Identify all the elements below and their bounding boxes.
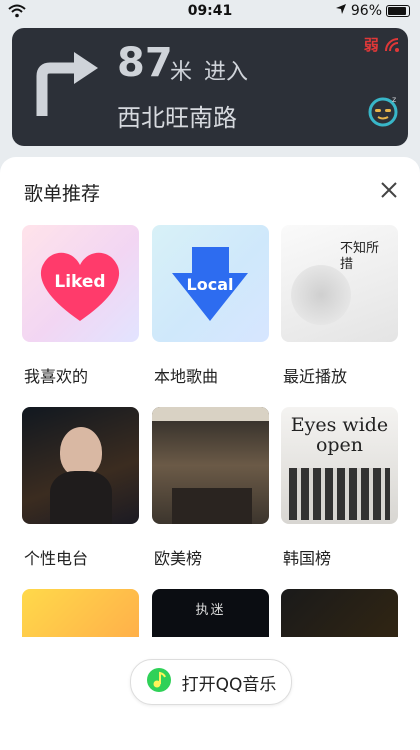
battery-icon [386, 5, 410, 17]
playlist-card-7[interactable] [22, 589, 139, 637]
liked-badge-text: Liked [54, 272, 105, 292]
euro-cover-lights [152, 407, 269, 421]
local-cover: Local [152, 225, 269, 342]
playlist-cover-9 [281, 589, 398, 637]
korea-cover-title: Eyes wide open [290, 414, 389, 456]
card-label: 个性电台 [24, 549, 89, 568]
playlist-card-8[interactable]: 执迷 [152, 589, 269, 637]
playlist-sheet: 歌单推荐 Liked 我喜欢的 Local 本地歌曲 不知所措 最近播放 个性电… [0, 157, 420, 750]
location-arrow-icon [335, 3, 347, 19]
recent-cover-art [291, 265, 351, 325]
open-button-label: 打开QQ音乐 [181, 674, 277, 695]
distance-unit: 米 [170, 60, 193, 85]
close-icon[interactable] [380, 181, 398, 203]
card-label: 本地歌曲 [154, 367, 219, 386]
qq-music-icon [146, 667, 172, 697]
svg-text:z: z [392, 95, 396, 104]
turn-right-icon [30, 46, 100, 122]
voice-assistant-icon[interactable]: z [366, 94, 400, 132]
playlist-card-euro-chart[interactable]: 欧美榜 [152, 407, 269, 568]
euro-cover-floor [172, 488, 252, 524]
status-bar: 09:41 96% [0, 0, 420, 24]
playlist-cover-8: 执迷 [152, 589, 269, 637]
playlist-cover-7 [22, 589, 139, 637]
playlist-card-local[interactable]: Local 本地歌曲 [152, 225, 269, 386]
battery-percent: 96% [350, 3, 382, 19]
cover-8-text: 执迷 [195, 603, 226, 618]
playlist-card-korea-chart[interactable]: Eyes wide open 韩国榜 [281, 407, 398, 568]
maneuver-action: 进入 [204, 60, 249, 85]
recent-cover: 不知所措 [281, 225, 398, 342]
playlist-grid: Liked 我喜欢的 Local 本地歌曲 不知所措 最近播放 个性电台 欧美榜… [22, 225, 402, 637]
recent-cover-text: 不知所措 [340, 241, 380, 272]
radio-cover [22, 407, 139, 524]
card-label: 我喜欢的 [24, 367, 89, 386]
sheet-title: 歌单推荐 [24, 183, 101, 205]
playlist-card-radio[interactable]: 个性电台 [22, 407, 139, 568]
liked-cover: Liked [22, 225, 139, 342]
card-label: 欧美榜 [154, 549, 203, 568]
euro-chart-cover [152, 407, 269, 524]
gps-signal-indicator: 弱 [364, 34, 400, 55]
korea-cover-group [289, 468, 390, 520]
signal-text: 弱 [363, 36, 379, 54]
playlist-card-liked[interactable]: Liked 我喜欢的 [22, 225, 139, 386]
playlist-card-recent[interactable]: 不知所措 最近播放 [281, 225, 398, 386]
radio-cover-face [60, 427, 102, 477]
distance-value: 87 [117, 40, 173, 86]
playlist-card-9[interactable] [281, 589, 398, 637]
road-name: 西北旺南路 [117, 104, 237, 132]
radio-cover-body [50, 471, 112, 524]
korea-chart-cover: Eyes wide open [281, 407, 398, 524]
navigation-card[interactable]: 87 米 进入 西北旺南路 弱 z [12, 28, 408, 146]
card-label: 最近播放 [283, 367, 348, 386]
card-label: 韩国榜 [283, 549, 332, 568]
local-badge-text: Local [187, 275, 234, 294]
open-qq-music-button[interactable]: 打开QQ音乐 [130, 659, 292, 705]
